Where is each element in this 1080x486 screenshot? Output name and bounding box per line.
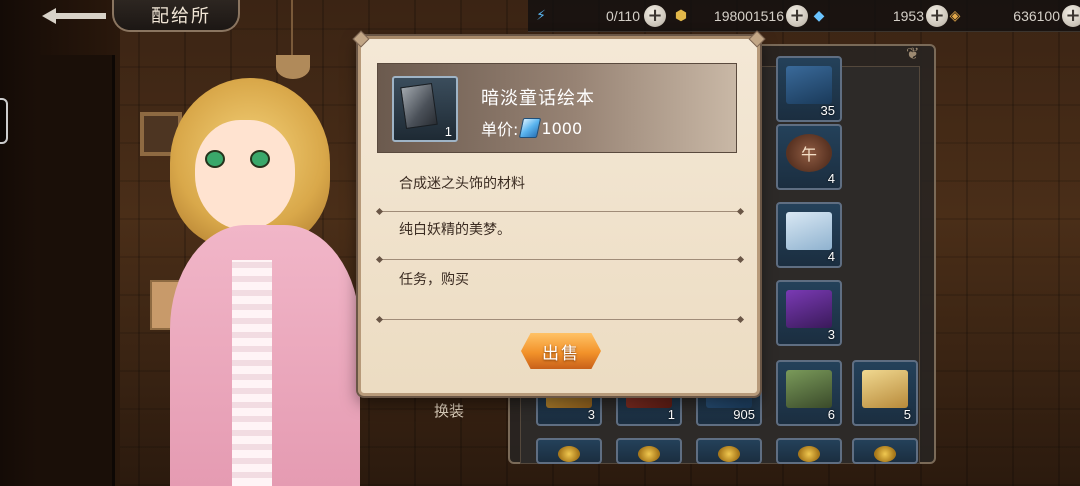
crystal-icon: ◈ (949, 8, 961, 24)
item-quantity: 1 (667, 407, 675, 422)
stamina-value: 0/110 (606, 8, 640, 24)
back-arrow-icon (42, 8, 106, 24)
door (40, 55, 115, 486)
item-quantity: 905 (733, 407, 755, 422)
inventory-cell[interactable] (852, 438, 918, 464)
divider (379, 319, 741, 320)
item-quantity: 3 (827, 327, 835, 342)
item-count: 1 (444, 124, 452, 139)
item-source: 任务，购买 (399, 272, 469, 288)
lightning-icon: ⚡ (536, 8, 546, 24)
popup-border-ornament (361, 36, 757, 44)
item-quantity: 3 (587, 407, 595, 422)
coin-item-icon (638, 446, 660, 462)
item-quantity: 4 (827, 171, 835, 186)
item-header: 1 暗淡童话绘本 单价: 1000 (377, 63, 737, 153)
coin-item-icon (558, 446, 580, 462)
resource-crystal: ◈ 636100 + (946, 4, 1080, 28)
item-slot[interactable]: 1 (392, 76, 458, 142)
inventory-cell[interactable] (696, 438, 762, 464)
inventory-cell[interactable]: 4 (776, 202, 842, 268)
back-button[interactable] (40, 4, 110, 24)
header-left: 配给所 (0, 0, 240, 34)
switch-outfit-label[interactable]: 换装 (434, 400, 464, 421)
item-detail-popup: 1 暗淡童话绘本 单价: 1000 合成迷之头饰的材料 纯白妖精的美梦。 任务，… (358, 36, 760, 396)
inventory-cell[interactable]: 35 (776, 56, 842, 122)
ticket-item-icon (786, 212, 832, 250)
coin-item-icon (718, 446, 740, 462)
item-quantity: 35 (820, 103, 835, 118)
coin-add-button[interactable]: + (786, 5, 808, 27)
inventory-cell[interactable] (616, 438, 682, 464)
page-title-tab: 配给所 (112, 0, 240, 32)
sell-button-label: 出售 (542, 343, 580, 364)
character-face (195, 120, 295, 230)
blue-item-icon (786, 66, 832, 104)
inventory-cell[interactable]: 3 (776, 280, 842, 346)
coin-item-icon (874, 446, 896, 462)
seal-item-icon: 午 (786, 134, 832, 172)
inventory-cell[interactable] (536, 438, 602, 464)
character-right-eye (250, 150, 270, 168)
coin-value: 198001516 (713, 8, 784, 24)
coin-item-icon (798, 446, 820, 462)
resource-stamina: ⚡ 0/110 + (532, 4, 666, 28)
gem-icon: ◆ (813, 8, 825, 24)
resource-coin: ⬢ 198001516 + (672, 4, 808, 28)
gem-add-button[interactable]: + (926, 5, 948, 27)
corner-ornament-icon: ❦ (906, 44, 920, 63)
character-frill (232, 260, 272, 486)
resource-bar: ⚡ 0/110 + ⬢ 198001516 + ◆ 1953 + ◈ 63610… (528, 0, 1080, 32)
coin-icon: ⬢ (674, 8, 688, 24)
gem-value: 1953 (892, 8, 924, 24)
divider (379, 259, 741, 260)
item-quantity: 5 (903, 407, 911, 422)
picture-book-icon (400, 82, 438, 130)
inventory-cell[interactable]: 午4 (776, 124, 842, 190)
crystal-add-button[interactable]: + (1062, 5, 1080, 27)
leaf-item-icon (786, 370, 832, 408)
divider (379, 211, 741, 212)
hanging-lamp (276, 55, 310, 79)
stamina-add-button[interactable]: + (644, 5, 666, 27)
item-flavor-text: 纯白妖精的美梦。 (399, 222, 511, 238)
lamp-wire (291, 0, 293, 60)
letter-item-icon (862, 370, 908, 408)
item-quantity: 4 (827, 249, 835, 264)
flag-item-icon (786, 290, 832, 328)
inventory-cell[interactable] (776, 438, 842, 464)
item-quantity: 6 (827, 407, 835, 422)
item-description: 合成迷之头饰的材料 (399, 176, 525, 192)
price-value: 1000 (541, 118, 583, 138)
inventory-cell[interactable]: 6 (776, 360, 842, 426)
character-left-eye (205, 150, 225, 168)
item-name: 暗淡童话绘本 (481, 88, 595, 109)
crystal-value: 636100 (1013, 8, 1060, 24)
sell-button[interactable]: 出售 (521, 333, 601, 369)
price-label: 单价: (481, 120, 519, 139)
page-title: 配给所 (151, 6, 211, 27)
side-drawer-handle[interactable] (0, 98, 8, 144)
resource-gem: ◆ 1953 + (810, 4, 948, 28)
item-price: 单价: 1000 (481, 116, 582, 140)
inventory-cell[interactable]: 5 (852, 360, 918, 426)
gem-icon (519, 118, 542, 138)
